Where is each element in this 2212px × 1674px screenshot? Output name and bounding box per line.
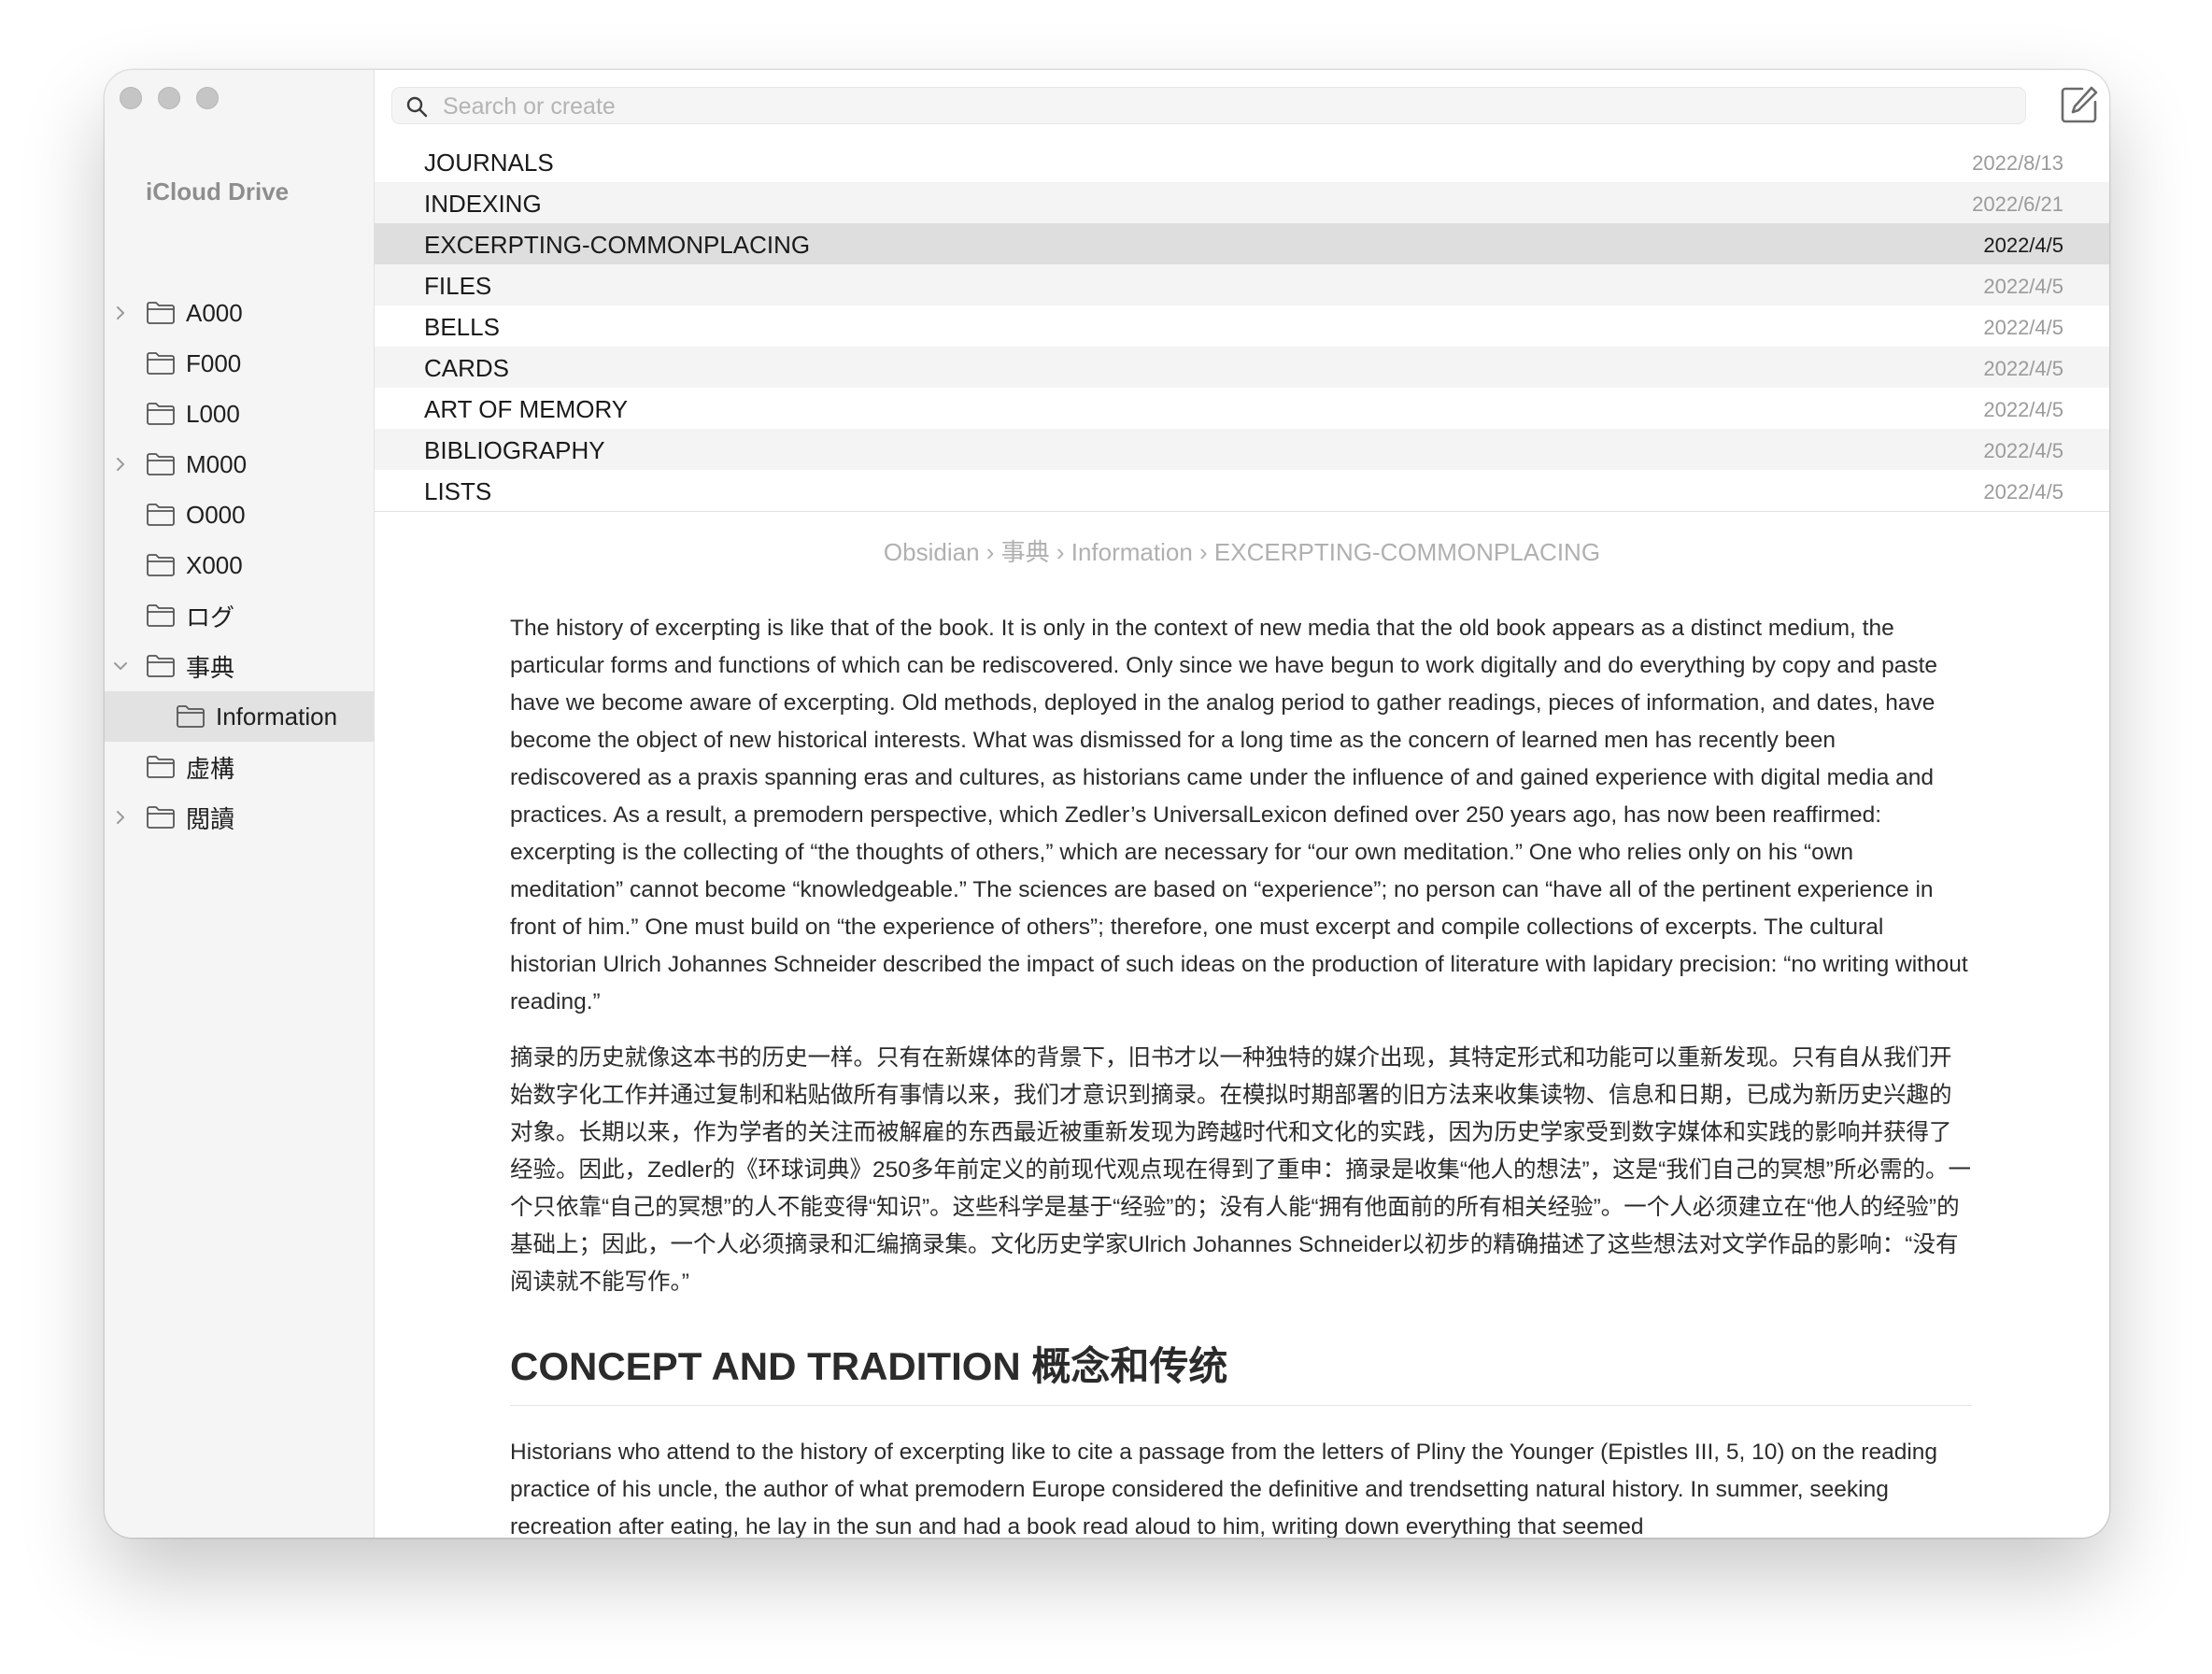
note-title: FILES — [424, 272, 492, 300]
folder-label: X000 — [186, 550, 243, 579]
note-list-item[interactable]: LISTS 2022/4/5 — [375, 470, 2109, 511]
close-window-button[interactable] — [120, 87, 142, 109]
folder-label: 事典 — [186, 653, 235, 682]
main-pane: JOURNALS 2022/8/13 INDEXING 2022/6/21 EXCERP… — [375, 70, 2109, 1538]
note-date: 2022/4/5 — [1983, 275, 2063, 298]
section-heading: CONCEPT AND TRADITION 概念和传统 — [510, 1335, 1972, 1406]
folder-icon — [146, 603, 176, 628]
sidebar: iCloud Drive A000 F000 L000 M000 O000 X000 ログ事… — [105, 70, 375, 1538]
note-content[interactable]: The history of excerpting is like that o… — [510, 610, 1972, 1538]
paragraph-1: The history of excerpting is like that o… — [510, 616, 1968, 1014]
search-input[interactable] — [441, 92, 2014, 121]
note-date: 2022/4/5 — [1983, 357, 2063, 380]
note-list-item[interactable]: BIBLIOGRAPHY 2022/4/5 — [375, 429, 2109, 470]
search-icon — [405, 95, 428, 118]
folder-label: Information — [216, 702, 338, 731]
folder-icon — [146, 452, 176, 476]
sidebar-title: iCloud Drive — [146, 177, 290, 206]
sidebar-folder-item[interactable]: 虚構 — [105, 742, 374, 792]
note-list: JOURNALS 2022/8/13 INDEXING 2022/6/21 EXCERP… — [375, 141, 2109, 511]
note-title: ART OF MEMORY — [424, 395, 629, 423]
folder-icon — [146, 805, 176, 830]
chevron-right-icon[interactable] — [112, 809, 129, 826]
sidebar-folder-item[interactable]: Information — [105, 691, 374, 742]
minimize-window-button[interactable] — [158, 87, 180, 109]
chevron-right-icon[interactable] — [112, 456, 129, 473]
search-bar — [391, 87, 2026, 124]
note-date: 2022/4/5 — [1983, 480, 2063, 504]
zoom-window-button[interactable] — [196, 87, 219, 109]
sidebar-folder-item[interactable]: O000 — [105, 489, 374, 540]
note-date: 2022/4/5 — [1983, 316, 2063, 339]
note-list-item[interactable]: JOURNALS 2022/8/13 — [375, 141, 2109, 182]
sidebar-folder-item[interactable]: X000 — [105, 540, 374, 590]
sidebar-folder-item[interactable]: 事典 — [105, 641, 374, 691]
paragraph-2: 摘录的历史就像这本书的历史一样。只有在新媒体的背景下，旧书才以一种独特的媒介出现… — [510, 1045, 1971, 1295]
note-date: 2022/4/5 — [1983, 234, 2063, 257]
note-list-item[interactable]: ART OF MEMORY 2022/4/5 — [375, 388, 2109, 429]
folder-label: ログ — [186, 603, 235, 631]
note-title: LISTS — [424, 477, 492, 505]
sidebar-folder-item[interactable]: F000 — [105, 338, 374, 389]
new-note-icon[interactable] — [2058, 83, 2101, 126]
folder-icon — [146, 755, 176, 779]
sidebar-folder-item[interactable]: 閲讀 — [105, 792, 374, 843]
folder-icon — [146, 503, 176, 527]
note-date: 2022/4/5 — [1983, 398, 2063, 421]
folder-icon — [176, 704, 206, 729]
folder-icon — [146, 553, 176, 577]
note-title: BIBLIOGRAPHY — [424, 436, 605, 464]
paragraph-3: Historians who attend to the history of … — [510, 1440, 1938, 1538]
note-date: 2022/8/13 — [1972, 151, 2063, 175]
folder-icon — [146, 351, 176, 376]
note-date: 2022/6/21 — [1972, 192, 2063, 216]
window-controls — [120, 87, 219, 109]
note-list-item[interactable]: EXCERPTING-COMMONPLACING 2022/4/5 — [375, 223, 2109, 264]
folder-label: F000 — [186, 348, 242, 377]
sidebar-folder-item[interactable]: L000 — [105, 389, 374, 439]
note-title: INDEXING — [424, 190, 542, 218]
folder-icon — [146, 301, 176, 325]
folder-label: L000 — [186, 399, 240, 428]
sidebar-folder-item[interactable]: A000 — [105, 288, 374, 338]
folder-label: 虚構 — [186, 754, 235, 783]
note-date: 2022/4/5 — [1983, 439, 2063, 462]
note-title: JOURNALS — [424, 149, 554, 177]
sidebar-folder-item[interactable]: M000 — [105, 439, 374, 489]
breadcrumb: Obsidian › 事典 › Information › EXCERPTING… — [883, 538, 1601, 566]
folder-label: O000 — [186, 500, 246, 529]
list-divider — [375, 511, 2109, 512]
folder-icon — [146, 402, 176, 426]
note-list-item[interactable]: BELLS 2022/4/5 — [375, 305, 2109, 347]
chevron-right-icon[interactable] — [112, 305, 129, 321]
app-window: iCloud Drive A000 F000 L000 M000 O000 X000 ログ事… — [105, 70, 2109, 1538]
sidebar-folder-item[interactable]: ログ — [105, 590, 374, 641]
note-list-item[interactable]: FILES 2022/4/5 — [375, 264, 2109, 305]
note-list-item[interactable]: INDEXING 2022/6/21 — [375, 182, 2109, 223]
note-list-item[interactable]: CARDS 2022/4/5 — [375, 347, 2109, 388]
note-title: EXCERPTING-COMMONPLACING — [424, 231, 811, 259]
folder-label: M000 — [186, 449, 248, 478]
folder-label: 閲讀 — [186, 804, 235, 833]
chevron-down-icon[interactable] — [112, 658, 129, 674]
folder-list: A000 F000 L000 M000 O000 X000 ログ事典 Information 虚… — [105, 288, 374, 843]
folder-icon — [146, 654, 176, 678]
note-title: CARDS — [424, 354, 510, 382]
folder-label: A000 — [186, 298, 243, 327]
note-title: BELLS — [424, 313, 500, 341]
